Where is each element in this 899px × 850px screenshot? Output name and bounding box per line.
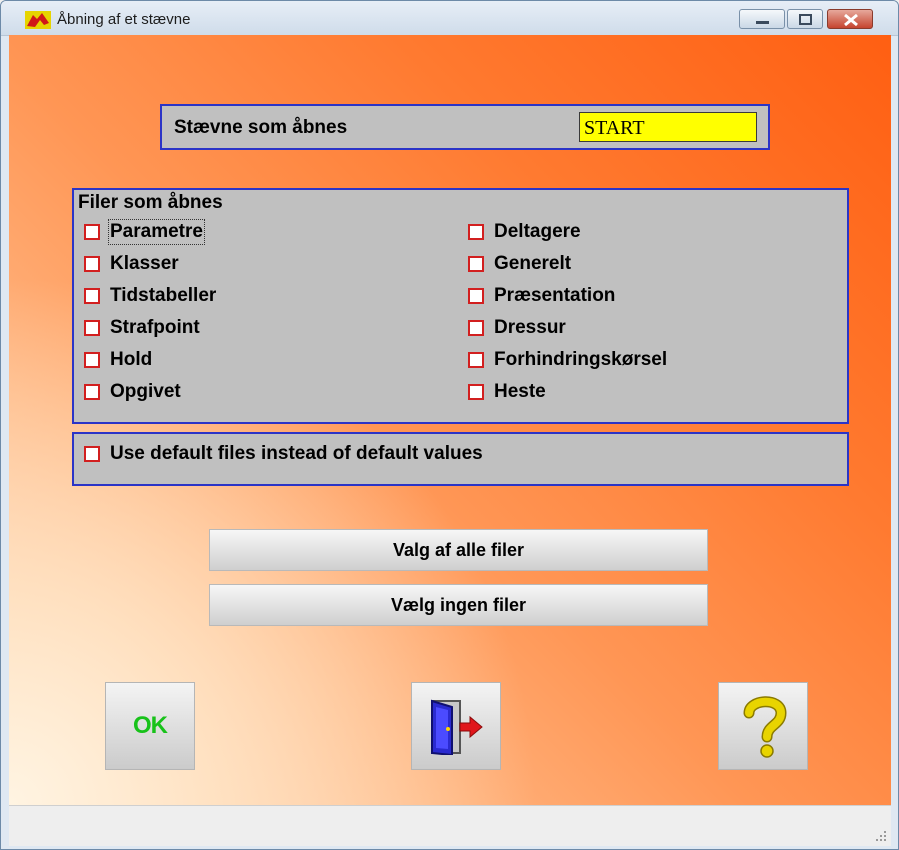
checkbox-box[interactable]	[468, 320, 484, 336]
checkbox-box[interactable]	[468, 224, 484, 240]
ok-label: OK	[133, 712, 168, 739]
files-header: Filer som åbnes	[78, 192, 223, 213]
checkbox-box[interactable]	[468, 384, 484, 400]
checkbox-box[interactable]	[84, 288, 100, 304]
select-no-files-button[interactable]: Vælg ingen filer	[209, 584, 708, 626]
status-bar	[9, 805, 891, 846]
checkbox-label: Hold	[110, 349, 153, 370]
minimize-button[interactable]	[739, 9, 785, 29]
checkbox-label: Dressur	[494, 317, 566, 338]
minimize-icon	[756, 21, 769, 24]
checkbox-opgivet[interactable]: Opgivet	[84, 379, 181, 405]
close-icon	[844, 13, 858, 27]
window-title: Åbning af et stævne	[57, 11, 191, 28]
checkbox-strafpoint[interactable]: Strafpoint	[84, 315, 200, 341]
checkbox-forhindringskorsel[interactable]: Forhindringskørsel	[468, 347, 667, 373]
checkbox-label: Forhindringskørsel	[494, 349, 668, 370]
checkbox-deltagere[interactable]: Deltagere	[468, 219, 581, 245]
app-logo-icon	[25, 11, 51, 29]
default-files-panel: Use default files instead of default val…	[72, 432, 849, 486]
checkbox-dressur[interactable]: Dressur	[468, 315, 566, 341]
event-name-input[interactable]	[579, 112, 757, 142]
checkbox-box[interactable]	[84, 352, 100, 368]
checkbox-label: Opgivet	[110, 381, 181, 402]
dialog-window: Åbning af et stævne Stævne som åbnes Fil…	[0, 0, 899, 850]
select-all-files-button[interactable]: Valg af alle filer	[209, 529, 708, 571]
checkbox-label: Generelt	[494, 253, 572, 274]
checkbox-box[interactable]	[468, 288, 484, 304]
checkbox-label: Use default files instead of default val…	[110, 443, 483, 464]
ok-button[interactable]: OK	[105, 682, 195, 770]
checkbox-praesentation[interactable]: Præsentation	[468, 283, 615, 309]
exit-button[interactable]	[411, 682, 501, 770]
resize-grip-icon[interactable]	[875, 830, 887, 842]
dialog-client-area: Stævne som åbnes Filer som åbnes Paramet…	[9, 35, 891, 805]
checkbox-label: Heste	[494, 381, 546, 402]
checkbox-generelt[interactable]: Generelt	[468, 251, 571, 277]
checkbox-box[interactable]	[468, 256, 484, 272]
checkbox-label: Deltagere	[494, 221, 581, 242]
maximize-button[interactable]	[787, 9, 823, 29]
checkbox-box[interactable]	[84, 224, 100, 240]
checkbox-label: Tidstabeller	[110, 285, 217, 306]
event-panel: Stævne som åbnes	[160, 104, 770, 150]
checkbox-box[interactable]	[84, 446, 100, 462]
checkbox-label: Klasser	[110, 253, 179, 274]
checkbox-label: Parametre	[108, 219, 205, 245]
checkbox-tidstabeller[interactable]: Tidstabeller	[84, 283, 216, 309]
checkbox-use-default-files[interactable]: Use default files instead of default val…	[84, 441, 483, 467]
checkbox-box[interactable]	[84, 384, 100, 400]
checkbox-box[interactable]	[84, 320, 100, 336]
checkbox-heste[interactable]: Heste	[468, 379, 546, 405]
help-button[interactable]	[718, 682, 808, 770]
question-mark-icon	[743, 696, 787, 758]
checkbox-parametre[interactable]: Parametre	[84, 219, 205, 245]
exit-door-icon	[431, 699, 483, 755]
maximize-icon	[799, 14, 812, 25]
close-button[interactable]	[827, 9, 873, 29]
title-bar[interactable]: Åbning af et stævne	[1, 1, 898, 36]
checkbox-hold[interactable]: Hold	[84, 347, 152, 373]
checkbox-box[interactable]	[84, 256, 100, 272]
checkbox-label: Strafpoint	[110, 317, 200, 338]
checkbox-label: Præsentation	[494, 285, 616, 306]
checkbox-box[interactable]	[468, 352, 484, 368]
event-label: Stævne som åbnes	[174, 117, 348, 138]
files-panel: Filer som åbnes Parametre Klasser Tidsta…	[72, 188, 849, 424]
checkbox-klasser[interactable]: Klasser	[84, 251, 179, 277]
